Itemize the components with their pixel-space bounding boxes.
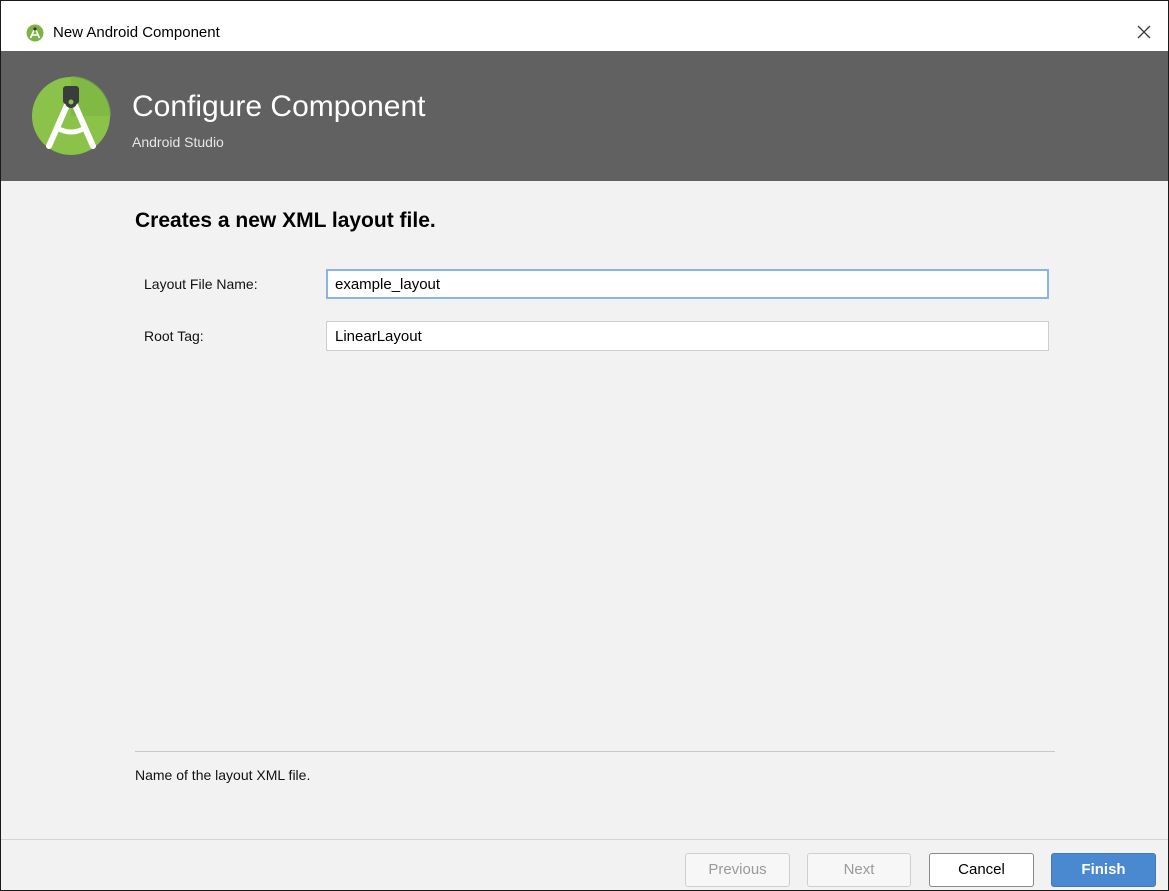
header-banner: Configure Component Android Studio xyxy=(1,51,1168,181)
finish-button[interactable]: Finish xyxy=(1051,853,1156,887)
footer-divider xyxy=(1,839,1168,840)
previous-button[interactable]: Previous xyxy=(685,853,790,887)
page-title: Creates a new XML layout file. xyxy=(135,209,436,232)
close-icon[interactable] xyxy=(1132,20,1156,44)
field-hint: Name of the layout XML file. xyxy=(135,767,311,783)
banner-subheading: Android Studio xyxy=(132,134,224,150)
next-button[interactable]: Next xyxy=(807,853,911,887)
title-bar: New Android Component xyxy=(1,1,1168,51)
layout-file-name-input[interactable] xyxy=(326,269,1049,299)
android-studio-logo xyxy=(32,76,111,155)
layout-file-name-label: Layout File Name: xyxy=(144,276,258,292)
root-tag-input[interactable] xyxy=(326,321,1049,351)
root-tag-label: Root Tag: xyxy=(144,328,204,344)
divider xyxy=(135,751,1055,752)
new-android-component-dialog: New Android Component Configure Componen… xyxy=(0,0,1169,891)
window-title: New Android Component xyxy=(53,24,220,41)
android-studio-icon xyxy=(26,24,44,42)
cancel-button[interactable]: Cancel xyxy=(929,853,1034,887)
banner-heading: Configure Component xyxy=(132,90,426,123)
